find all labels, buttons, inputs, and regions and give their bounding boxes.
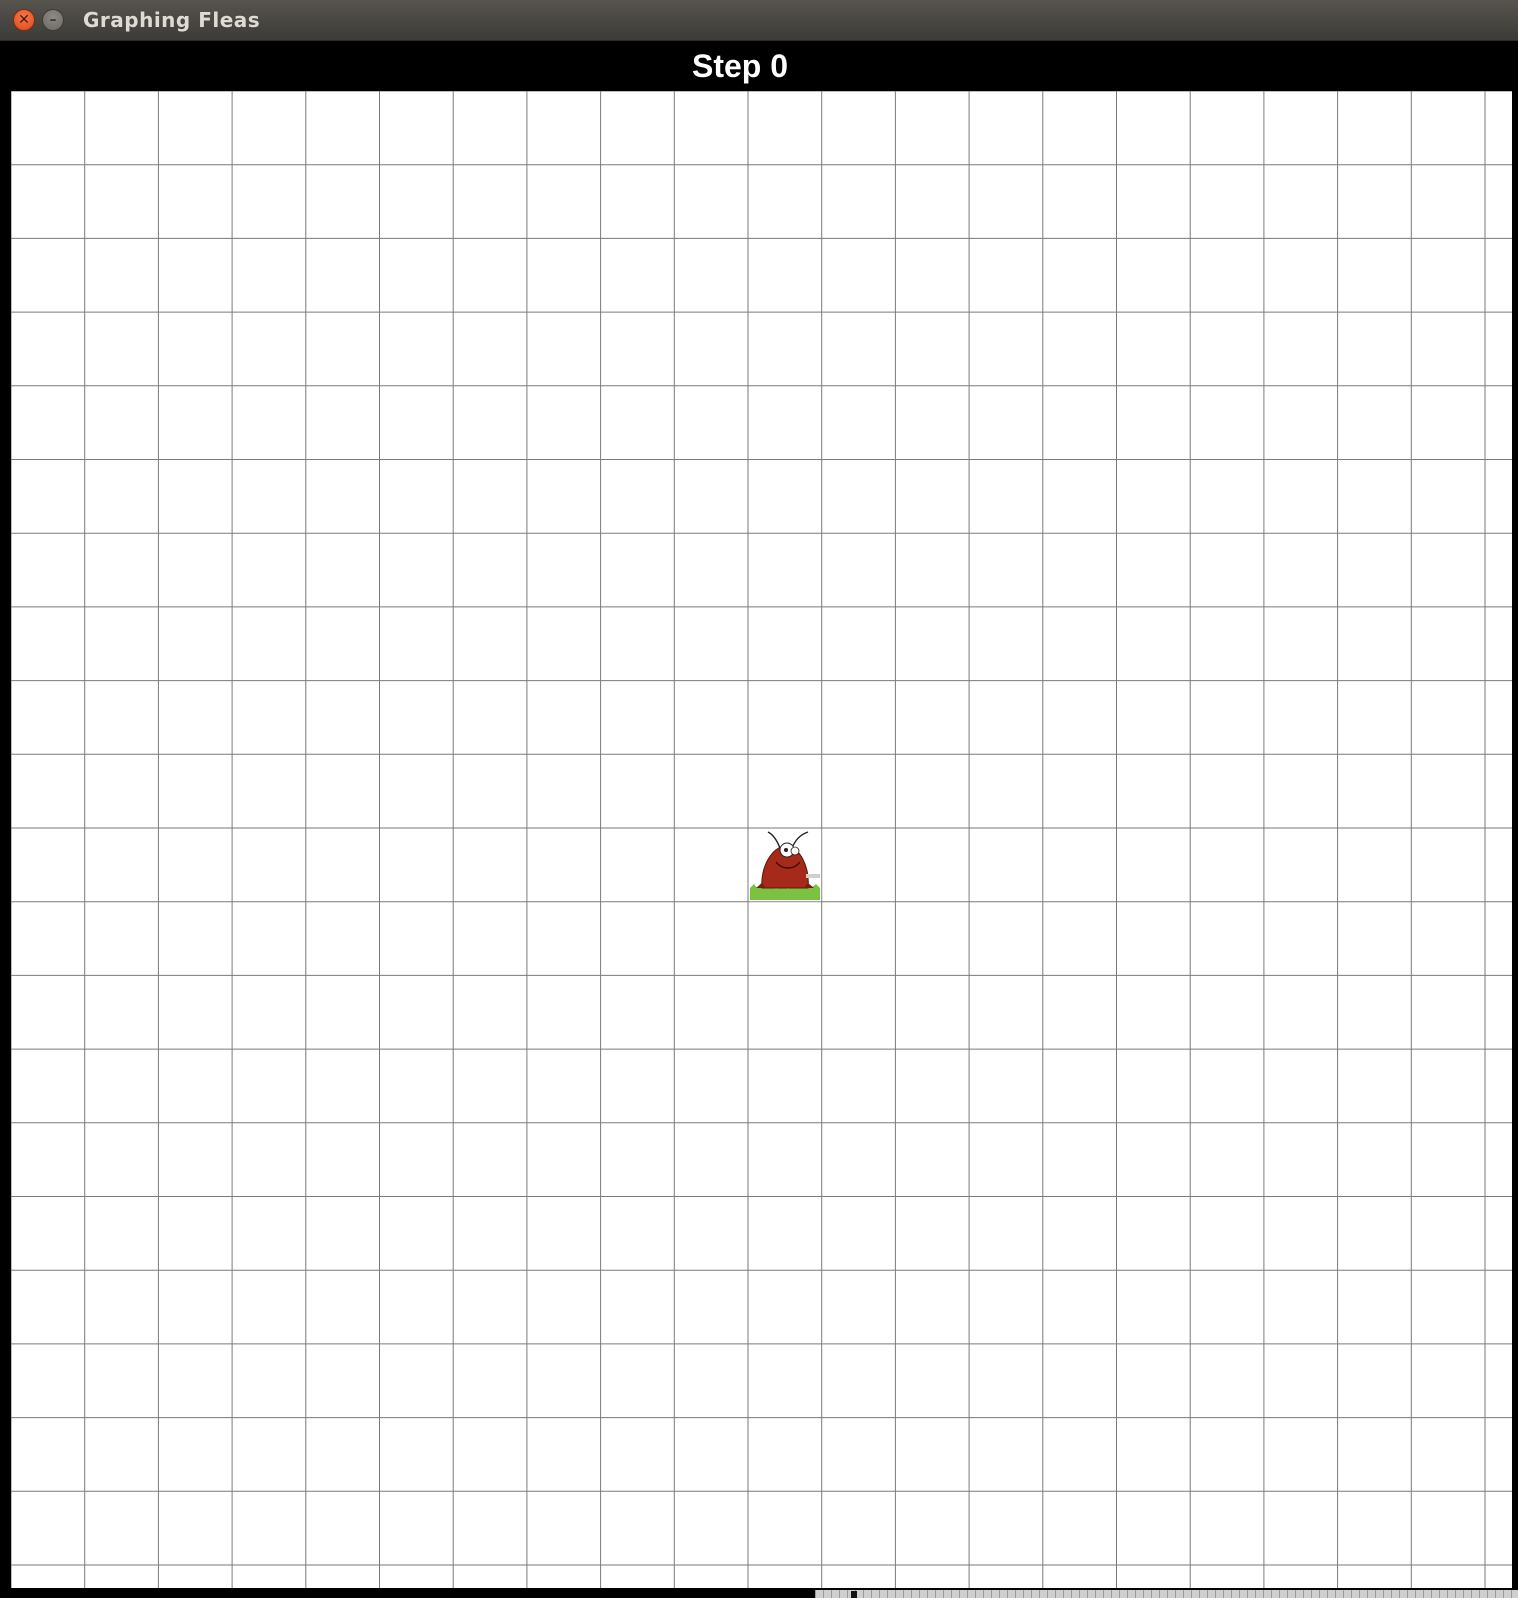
window-title: Graphing Fleas bbox=[83, 8, 261, 32]
bottom-edge bbox=[815, 1590, 1518, 1598]
close-icon[interactable]: ✕ bbox=[13, 9, 35, 31]
title-bar[interactable]: ✕ – Graphing Fleas bbox=[0, 0, 1518, 41]
graph-board[interactable] bbox=[11, 91, 1512, 1588]
grid-canvas[interactable] bbox=[11, 91, 1512, 1588]
flea-icon[interactable] bbox=[748, 828, 822, 902]
step-header: Step 0 bbox=[0, 41, 1518, 91]
step-label: Step 0 bbox=[691, 47, 789, 84]
edge-marker bbox=[851, 1591, 857, 1598]
app-window: ✕ – Graphing Fleas Step 0 bbox=[0, 0, 1518, 1598]
minimize-icon[interactable]: – bbox=[42, 9, 64, 31]
